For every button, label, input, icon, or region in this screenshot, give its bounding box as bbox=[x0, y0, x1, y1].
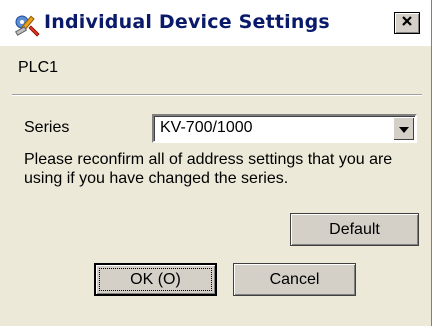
series-dropdown-button[interactable] bbox=[393, 117, 414, 140]
close-button[interactable] bbox=[394, 12, 420, 34]
series-selected-value: KV-700/1000 bbox=[160, 119, 253, 136]
device-name-label: PLC1 bbox=[18, 59, 59, 76]
settings-tools-icon bbox=[13, 12, 41, 38]
window-title: Individual Device Settings bbox=[44, 11, 330, 33]
close-icon bbox=[400, 14, 414, 32]
focus-rectangle bbox=[99, 268, 212, 291]
separator-highlight bbox=[12, 95, 422, 96]
chevron-down-icon bbox=[398, 120, 409, 138]
ok-button[interactable]: OK (O) bbox=[94, 263, 217, 296]
title-bar[interactable]: Individual Device Settings bbox=[0, 0, 431, 46]
series-dropdown[interactable]: KV-700/1000 bbox=[152, 114, 417, 143]
series-label: Series bbox=[24, 119, 70, 136]
cancel-button[interactable]: Cancel bbox=[233, 263, 356, 296]
default-button[interactable]: Default bbox=[290, 213, 419, 246]
series-change-warning: Please reconfirm all of address settings… bbox=[24, 151, 393, 187]
individual-device-settings-dialog: Individual Device Settings PLC1 Series K… bbox=[0, 0, 432, 326]
